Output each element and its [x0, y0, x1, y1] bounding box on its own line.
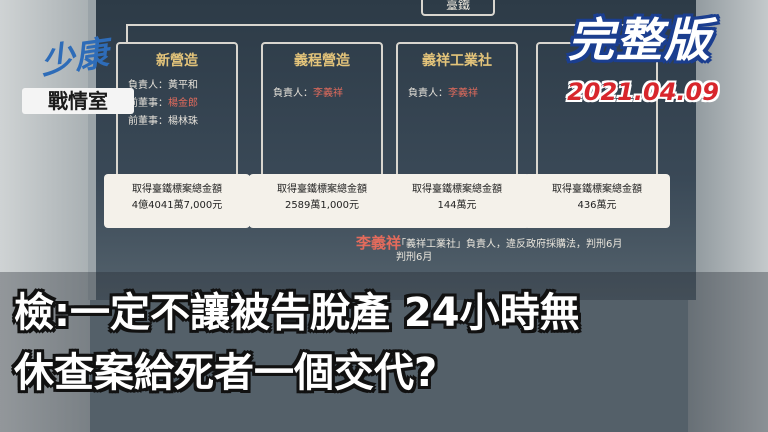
card-amount-value: 436萬元 [577, 200, 617, 211]
company-card-title: 義祥工業社 [422, 53, 492, 69]
card-amount-label: 取得臺鐵標案總金額 [552, 184, 642, 195]
board-note-line: 判刑6月 [396, 252, 433, 263]
card-line-name: 李義祥 [448, 88, 478, 99]
broadcast-date: 2021.04.09 [567, 78, 719, 106]
board-top-label: 臺鐵 [421, 0, 495, 16]
card-amount-box: 取得臺鐵標案總金額 4億4041萬7,000元 [104, 174, 250, 228]
show-logo-mark: 少康 [38, 33, 111, 83]
card-line-name: 黃平和 [168, 80, 198, 91]
card-line-label: 負責人： [408, 88, 448, 99]
caption-line-1: 檢:一定不讓被告脫產 24小時無 [14, 290, 580, 336]
company-card-3: 義祥工業社 負責人：李義祥 取得臺鐵標案總金額 144萬元 [384, 42, 530, 228]
card-line-name: 楊林珠 [168, 116, 198, 127]
board-note: 「義祥工業社」負責人，違反政府採購法，判刑6月 判刑6月 [396, 238, 622, 264]
card-line: 負責人：李義祥 [408, 84, 478, 99]
company-card-2: 義程營造 負責人：李義祥 取得臺鐵標案總金額 2589萬1,000元 [249, 42, 395, 228]
card-amount-label: 取得臺鐵標案總金額 [132, 184, 222, 195]
caption-line-2: 休查案給死者一個交代? [14, 350, 438, 396]
card-amount-box: 取得臺鐵標案總金額 144萬元 [384, 174, 530, 228]
card-line: 負責人：李義祥 [273, 84, 343, 99]
full-version-badge: 完整版 [568, 13, 712, 67]
card-amount-value: 144萬元 [437, 200, 477, 211]
company-card-title: 義程營造 [294, 53, 350, 69]
card-amount-label: 取得臺鐵標案總金額 [412, 184, 502, 195]
card-amount-value: 2589萬1,000元 [284, 200, 360, 211]
card-amount-box: 取得臺鐵標案總金額 436萬元 [524, 174, 670, 228]
card-line-name: 楊金郎 [168, 98, 198, 109]
card-amount-value: 4億4041萬7,000元 [131, 200, 223, 211]
show-logo: 少康 戰情室 [22, 30, 142, 120]
card-line-name: 李義祥 [313, 88, 343, 99]
board-highlight-name: 李義祥 [356, 234, 402, 252]
show-logo-subtitle: 戰情室 [22, 88, 134, 114]
card-amount-label: 取得臺鐵標案總金額 [277, 184, 367, 195]
board-note-line: 「義祥工業社」負責人，違反政府採購法，判刑6月 [396, 239, 623, 250]
card-amount-box: 取得臺鐵標案總金額 2589萬1,000元 [249, 174, 395, 228]
card-line-label: 負責人： [273, 88, 313, 99]
